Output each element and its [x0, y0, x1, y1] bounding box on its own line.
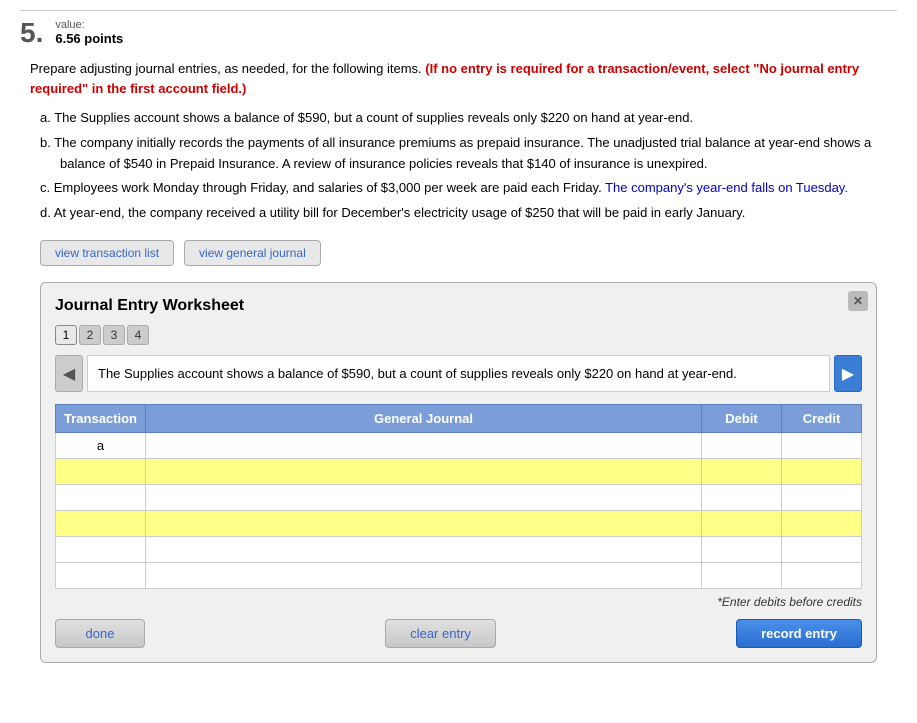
debit-input[interactable] [702, 511, 781, 536]
col-debit: Debit [702, 405, 782, 433]
transaction-cell: a [56, 433, 146, 459]
description-text: The Supplies account shows a balance of … [87, 355, 830, 393]
col-transaction: Transaction [56, 405, 146, 433]
table-row [56, 485, 862, 511]
credit-cell[interactable] [782, 433, 862, 459]
table-row [56, 511, 862, 537]
credit-cell[interactable] [782, 485, 862, 511]
enter-note: *Enter debits before credits [55, 595, 862, 609]
table-row [56, 459, 862, 485]
item-a: a. The Supplies account shows a balance … [40, 108, 887, 129]
tab-4[interactable]: 4 [127, 325, 149, 345]
transaction-cell [56, 537, 146, 563]
journal-input[interactable] [146, 537, 701, 562]
item-c: c. Employees work Monday through Friday,… [40, 178, 887, 199]
transaction-cell [56, 485, 146, 511]
transaction-cell [56, 459, 146, 485]
item-b: b. The company initially records the pay… [40, 133, 887, 175]
done-button[interactable]: done [55, 619, 145, 648]
tab-2[interactable]: 2 [79, 325, 101, 345]
journal-input[interactable] [146, 511, 701, 536]
credit-input[interactable] [782, 433, 861, 458]
journal-cell[interactable] [146, 537, 702, 563]
credit-input[interactable] [782, 563, 861, 588]
question-body: Prepare adjusting journal entries, as ne… [20, 59, 897, 663]
credit-cell[interactable] [782, 563, 862, 589]
description-row: ◀ The Supplies account shows a balance o… [55, 355, 862, 393]
journal-cell[interactable] [146, 459, 702, 485]
table-row [56, 537, 862, 563]
col-general-journal: General Journal [146, 405, 702, 433]
credit-input[interactable] [782, 511, 861, 536]
credit-input[interactable] [782, 485, 861, 510]
table-row [56, 563, 862, 589]
record-entry-button[interactable]: record entry [736, 619, 862, 648]
transaction-cell [56, 511, 146, 537]
close-button[interactable]: ✕ [848, 291, 868, 311]
nav-right-button[interactable]: ▶ [834, 355, 862, 393]
item-d: d. At year-end, the company received a u… [40, 203, 887, 224]
value-label: value: [55, 19, 123, 31]
worksheet-modal: ✕ Journal Entry Worksheet 1 2 3 4 ◀ The … [40, 282, 877, 664]
journal-cell[interactable] [146, 563, 702, 589]
tab-1[interactable]: 1 [55, 325, 77, 345]
worksheet-title: Journal Entry Worksheet [55, 297, 862, 315]
view-journal-button[interactable]: view general journal [184, 240, 321, 266]
journal-cell[interactable] [146, 511, 702, 537]
question-items: a. The Supplies account shows a balance … [40, 108, 887, 224]
question-header: 5. value: 6.56 points [20, 10, 897, 47]
credit-cell[interactable] [782, 511, 862, 537]
debit-cell[interactable] [702, 433, 782, 459]
debit-cell[interactable] [702, 511, 782, 537]
action-buttons: done clear entry record entry [55, 619, 862, 648]
col-credit: Credit [782, 405, 862, 433]
table-row: a [56, 433, 862, 459]
journal-input[interactable] [146, 459, 701, 484]
debit-cell[interactable] [702, 537, 782, 563]
view-transaction-button[interactable]: view transaction list [40, 240, 174, 266]
debit-input[interactable] [702, 485, 781, 510]
journal-input[interactable] [146, 433, 701, 458]
transaction-cell [56, 563, 146, 589]
value-points: 6.56 points [55, 31, 123, 46]
debit-input[interactable] [702, 563, 781, 588]
credit-cell[interactable] [782, 459, 862, 485]
question-number: 5. [20, 19, 43, 47]
journal-input[interactable] [146, 563, 701, 588]
journal-cell[interactable] [146, 485, 702, 511]
question-value: value: 6.56 points [55, 19, 123, 46]
question-intro: Prepare adjusting journal entries, as ne… [30, 59, 887, 98]
debit-cell[interactable] [702, 485, 782, 511]
debit-input[interactable] [702, 537, 781, 562]
journal-cell[interactable] [146, 433, 702, 459]
tab-3[interactable]: 3 [103, 325, 125, 345]
debit-cell[interactable] [702, 459, 782, 485]
debit-cell[interactable] [702, 563, 782, 589]
credit-input[interactable] [782, 459, 861, 484]
tab-row: 1 2 3 4 [55, 325, 862, 345]
button-row: view transaction list view general journ… [40, 240, 877, 266]
credit-cell[interactable] [782, 537, 862, 563]
debit-input[interactable] [702, 459, 781, 484]
clear-entry-button[interactable]: clear entry [385, 619, 496, 648]
journal-table: Transaction General Journal Debit Credit… [55, 404, 862, 589]
nav-left-button[interactable]: ◀ [55, 355, 83, 393]
debit-input[interactable] [702, 433, 781, 458]
journal-input[interactable] [146, 485, 701, 510]
credit-input[interactable] [782, 537, 861, 562]
